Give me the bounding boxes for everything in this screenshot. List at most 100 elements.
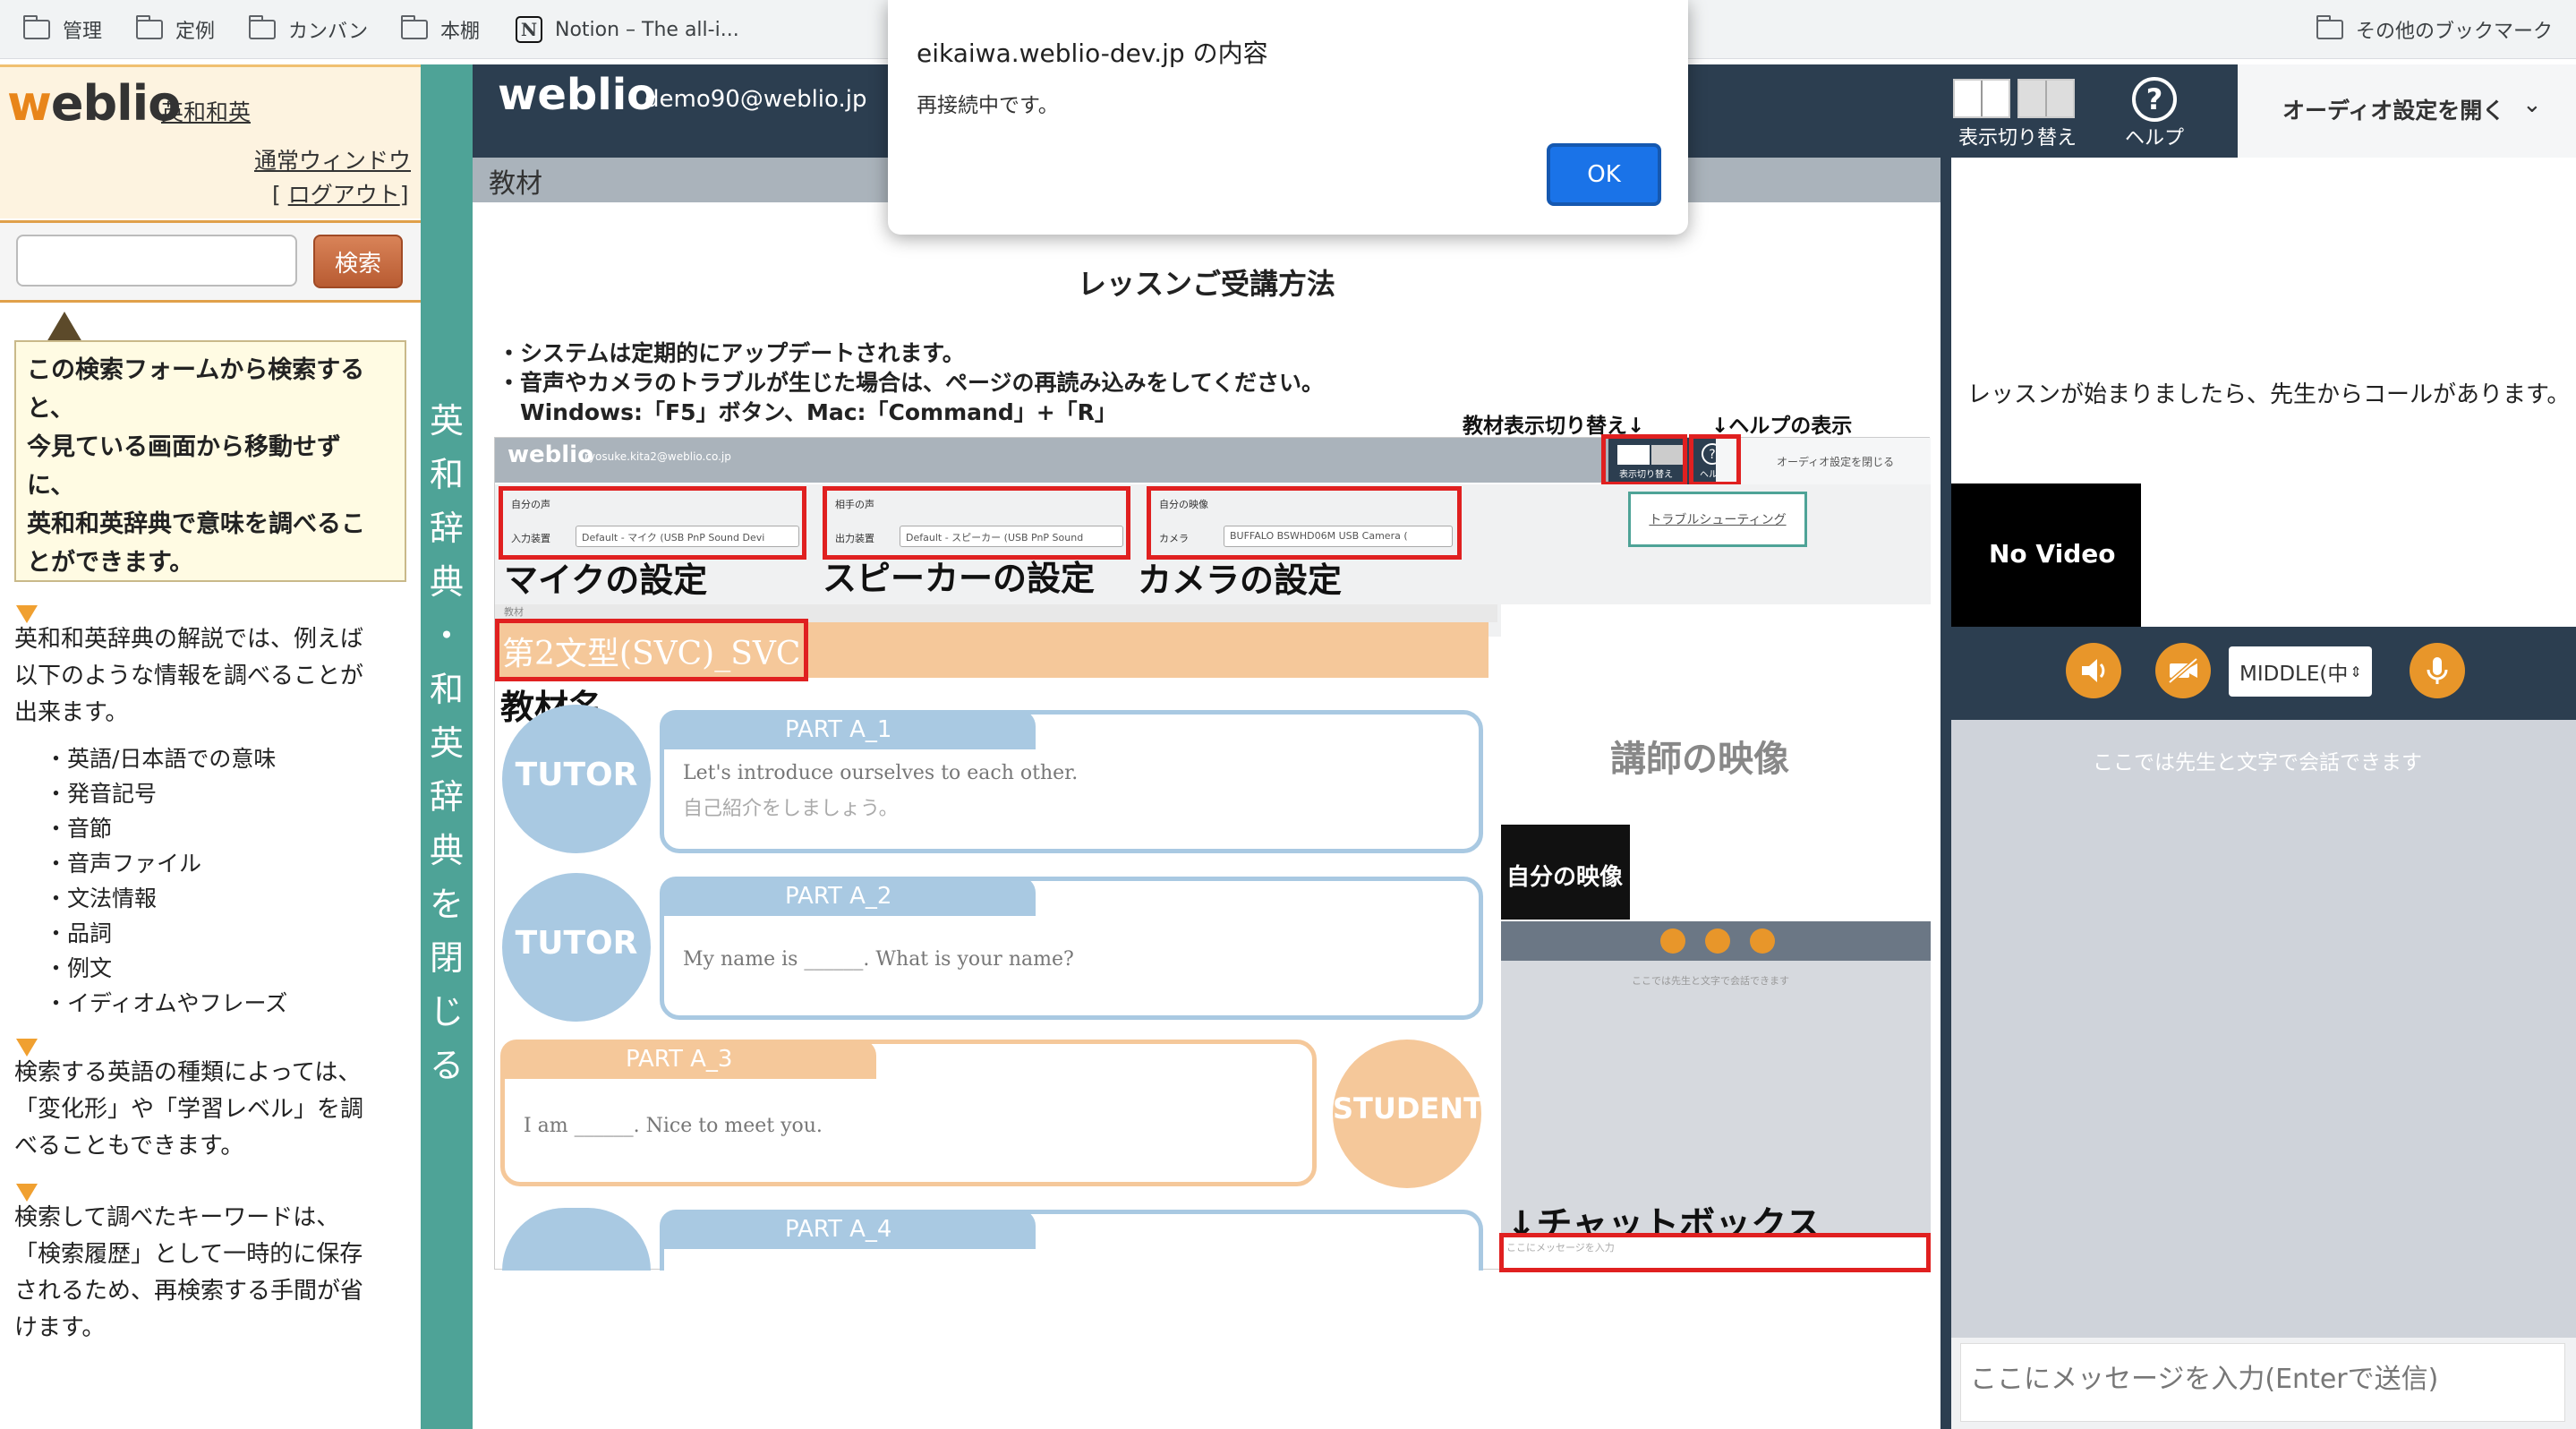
text-line: 以下のような情報を調べることが <box>14 663 364 689</box>
tutor-avatar: TUTOR <box>502 873 651 1022</box>
vchar: ・ <box>429 616 464 655</box>
tip-line: 英和和英辞典で意味を調べるこ <box>27 510 365 538</box>
folder-icon <box>249 15 276 39</box>
text-line: されるため、再検索する手間が省 <box>14 1278 364 1305</box>
list-item: ・イディオムやフレーズ <box>45 990 288 1016</box>
search-input[interactable] <box>16 235 297 287</box>
mic-button[interactable] <box>2410 643 2465 698</box>
info-paragraph-3: 検索して調べたキーワードは、 「検索履歴」として一時的に保存 されるため、再検索… <box>14 1200 363 1347</box>
tip-arrow <box>47 312 82 342</box>
material-small-label: 教材 <box>504 606 524 618</box>
chat-input[interactable]: ここにメッセージを入力(Enterで送信) <box>1960 1343 2565 1422</box>
bookmark-label: カンバン <box>288 21 369 43</box>
search-button[interactable]: 検索 <box>313 235 403 288</box>
highlight-speaker <box>823 486 1130 560</box>
speaker-button[interactable] <box>2066 643 2121 698</box>
text-line: 出来ます。 <box>14 699 129 726</box>
bookmark-label: その他のブックマーク <box>2356 21 2554 43</box>
folder-icon <box>23 15 50 39</box>
guide-logo: weblio <box>508 441 593 468</box>
highlight-toggle <box>1601 434 1687 486</box>
guide-chat-hint: ここでは先生と文字で会話できます <box>1632 975 1789 987</box>
list-item: ・音声ファイル <box>45 851 202 877</box>
weblio-logo[interactable]: weblio <box>7 75 181 132</box>
close-dictionary-label[interactable]: 英 和 辞 典 ・ 和 英 辞 典 を 閉 じ る <box>421 394 473 1092</box>
vchar: を <box>429 885 464 924</box>
info-list: ・英語/日本語での意味 ・発音記号 ・音節 ・音声ファイル ・文法情報 ・品詞 … <box>45 741 287 1021</box>
dict-link[interactable]: 英和和英 <box>161 95 251 127</box>
vchar: 英 <box>429 401 464 441</box>
section-marker-icon <box>16 1039 38 1057</box>
bookmark-hondana[interactable]: 本棚 <box>401 13 480 47</box>
no-video-label: No Video <box>1989 539 2116 569</box>
mic-icon <box>2427 657 2448 684</box>
tip-line: 今見ている画面から移動せず <box>27 433 341 461</box>
guide-email: ryosuke.kita2@weblio.co.jp <box>584 450 731 463</box>
tutor-avatar <box>502 1208 651 1271</box>
bookmark-teirei[interactable]: 定例 <box>136 13 215 47</box>
text-line: 「変化形」や「学習レベル」を調 <box>14 1096 364 1123</box>
guide-audio-label: オーディオ設定を閉じる <box>1777 456 1895 468</box>
chevron-down-icon[interactable]: ⌄ <box>2522 91 2542 118</box>
toggle-view-icon[interactable] <box>1953 79 2078 118</box>
select-arrows-icon: ⇕ <box>2350 663 2362 680</box>
tip-line: この検索フォームから検索する <box>27 356 365 384</box>
camera-off-icon <box>2168 657 2198 684</box>
notion-icon: N <box>516 16 542 43</box>
toggle-view-label[interactable]: 表示切り替え <box>1958 122 2077 150</box>
tip-box: この検索フォームから検索する と、 今見ている画面から移動せず に、 英和和英辞… <box>14 340 406 582</box>
lesson-bullets: ・システムは定期的にアップデートされます。 ・音声やカメラのトラブルが生じた場合… <box>498 338 1324 427</box>
part-tab-3: PART A_3 <box>500 1040 876 1079</box>
text-line: 検索して調べたキーワードは、 <box>14 1204 340 1231</box>
highlight-material <box>495 619 808 681</box>
list-item: ・音節 <box>45 816 113 842</box>
dialog-message: 再接続中です。 <box>917 94 1059 117</box>
troubleshoot-button: トラブルシューティング <box>1628 492 1807 547</box>
list-item: ・例文 <box>45 955 113 981</box>
bookmark-other[interactable]: その他のブックマーク <box>2316 13 2553 47</box>
bullet-line: ・システムは定期的にアップデートされます。 <box>498 340 965 366</box>
logout-wrap: [ ログアウト] <box>272 182 409 208</box>
bookmark-notion[interactable]: N Notion – The all-i... <box>516 13 739 47</box>
card-line: Let's introduce ourselves to each other. <box>683 762 1079 784</box>
header-logo[interactable]: weblio <box>498 70 656 120</box>
card-line: I am ______. Nice to meet you. <box>524 1115 823 1137</box>
logout-link[interactable]: ログアウト <box>288 182 400 208</box>
bookmark-label: 本棚 <box>440 21 481 43</box>
help-icon[interactable]: ? <box>2132 77 2177 122</box>
guide-screenshot: weblio ryosuke.kita2@weblio.co.jp 表示切り替え… <box>494 434 1931 1272</box>
bullet-line: ・音声やカメラのトラブルが生じた場合は、ページの再読み込みをしてください。 <box>498 370 1325 396</box>
tip-line: に、 <box>27 472 75 500</box>
right-separator <box>1941 158 1951 1429</box>
normal-window-link[interactable]: 通常ウィンドウ <box>254 143 411 175</box>
guide-mic-icon <box>1750 928 1775 954</box>
bullet-line: Windows:「F5」ボタン、Mac:「Command」+「R」 <box>498 399 1117 425</box>
camera-button[interactable] <box>2155 643 2211 698</box>
vchar: 辞 <box>429 509 464 548</box>
text-line: 「検索履歴」として一時的に保存 <box>14 1241 363 1268</box>
ok-button[interactable]: OK <box>1547 143 1661 206</box>
tip-line: とができます。 <box>27 549 194 577</box>
vchar: じ <box>429 992 464 1031</box>
highlight-mic <box>499 486 806 560</box>
lesson-title: レッスンご受講方法 <box>1078 267 1336 301</box>
folder-icon <box>136 15 163 39</box>
avatar-label: STUDENT <box>1333 1091 1481 1125</box>
bookmark-kanban[interactable]: カンバン <box>249 13 368 47</box>
quality-select[interactable]: MIDDLE(中 ⇕ <box>2229 646 2372 697</box>
part-tab-1: PART A_1 <box>660 710 1036 749</box>
vchar: 和 <box>429 455 464 494</box>
section-label: 教材 <box>489 168 542 200</box>
folder-icon <box>2316 15 2343 39</box>
audio-settings-label[interactable]: オーディオ設定を開く <box>2282 93 2504 125</box>
help-label[interactable]: ヘルプ <box>2125 122 2184 150</box>
highlight-camera <box>1147 486 1462 560</box>
guide-camera-icon <box>1705 928 1730 954</box>
vchar: 辞 <box>429 777 464 817</box>
vchar: 閉 <box>429 938 464 978</box>
bookmark-label: 管理 <box>63 21 103 43</box>
vchar: 英 <box>429 723 464 763</box>
bookmark-kanri[interactable]: 管理 <box>23 13 102 47</box>
dialog-title: eikaiwa.weblio-dev.jp の内容 <box>917 39 1268 68</box>
chat-area <box>1951 720 2576 1338</box>
